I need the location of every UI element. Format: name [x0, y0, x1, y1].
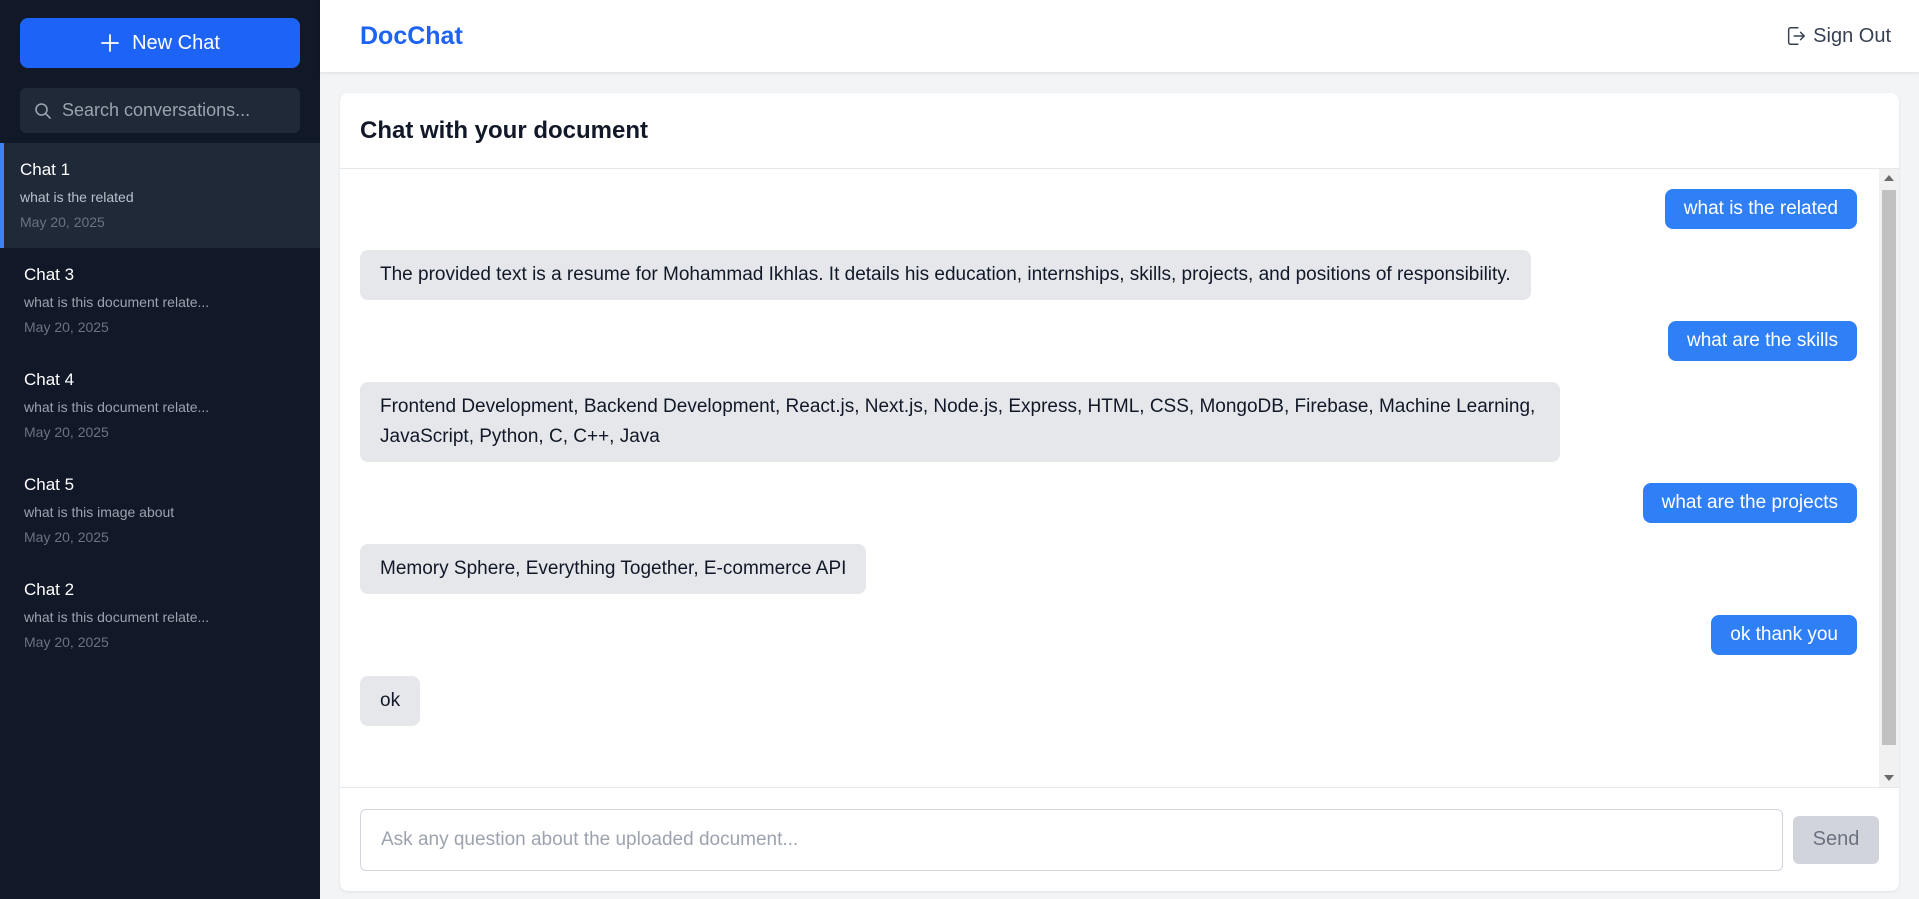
conversation-item[interactable]: Chat 2 what is this document relate... M…: [0, 563, 320, 668]
sign-out-button[interactable]: Sign Out: [1785, 25, 1891, 48]
conversation-item[interactable]: Chat 5 what is this image about May 20, …: [0, 458, 320, 563]
sidebar: New Chat Chat 1 what is the related May …: [0, 0, 320, 899]
message-row: ok: [360, 676, 1857, 726]
question-input[interactable]: [360, 808, 1783, 871]
conversation-date: May 20, 2025: [20, 214, 105, 230]
brand-logo[interactable]: DocChat: [360, 22, 463, 51]
conversation-date: May 20, 2025: [24, 529, 109, 545]
conversation-date: May 20, 2025: [24, 319, 109, 335]
conversation-preview: what is this document relate...: [24, 399, 210, 415]
conversation-date: May 20, 2025: [24, 424, 109, 440]
messages-container: what is the related The provided text is…: [340, 169, 1899, 787]
scroll-down-arrow-icon[interactable]: [1884, 775, 1894, 781]
top-bar: DocChat Sign Out: [320, 0, 1919, 73]
conversation-list: Chat 1 what is the related May 20, 2025 …: [0, 143, 320, 668]
conversation-title: Chat 5: [24, 475, 75, 494]
send-button[interactable]: Send: [1793, 815, 1879, 864]
user-message: what is the related: [1664, 189, 1857, 229]
conversation-preview: what is this document relate...: [24, 609, 210, 625]
assistant-message: Frontend Development, Backend Developmen…: [360, 382, 1560, 462]
chat-header: Chat with your document: [340, 93, 1899, 169]
conversation-title: Chat 2: [24, 580, 75, 599]
chat-title: Chat with your document: [360, 116, 648, 144]
user-message: ok thank you: [1711, 615, 1857, 655]
sign-out-icon: [1788, 27, 1806, 45]
conversation-item[interactable]: Chat 1 what is the related May 20, 2025: [0, 143, 320, 248]
message-row: ok thank you: [360, 615, 1857, 655]
user-message: what are the skills: [1667, 321, 1857, 361]
new-chat-label: New Chat: [132, 31, 220, 54]
app-root: New Chat Chat 1 what is the related May …: [0, 0, 1919, 899]
conversation-item[interactable]: Chat 4 what is this document relate... M…: [0, 353, 320, 458]
plus-icon: [101, 34, 119, 52]
conversation-preview: what is the related: [20, 189, 134, 205]
message-row: what are the projects: [360, 483, 1857, 523]
message-row: what are the skills: [360, 321, 1857, 361]
conversation-preview: what is this image about: [24, 504, 175, 520]
conversation-item[interactable]: Chat 3 what is this document relate... M…: [0, 248, 320, 353]
message-row: The provided text is a resume for Mohamm…: [360, 250, 1857, 300]
search-box: [20, 88, 300, 133]
message-row: Memory Sphere, Everything Together, E-co…: [360, 544, 1857, 594]
message-list: what is the related The provided text is…: [340, 169, 1879, 787]
conversation-date: May 20, 2025: [24, 634, 109, 650]
conversation-preview: what is this document relate...: [24, 294, 210, 310]
conversation-title: Chat 3: [24, 265, 75, 284]
chat-card: Chat with your document what is the rela…: [340, 93, 1899, 891]
search-icon: [35, 102, 51, 119]
messages-scrollbar[interactable]: [1879, 169, 1899, 787]
chat-input-area: Send: [340, 787, 1899, 891]
assistant-message: The provided text is a resume for Mohamm…: [360, 250, 1531, 300]
assistant-message: ok: [360, 676, 421, 726]
message-row: what is the related: [360, 189, 1857, 229]
assistant-message: Memory Sphere, Everything Together, E-co…: [360, 544, 867, 594]
scroll-thumb[interactable]: [1882, 190, 1896, 745]
conversation-title: Chat 1: [20, 160, 71, 179]
sign-out-label: Sign Out: [1813, 24, 1891, 47]
new-chat-button[interactable]: New Chat: [20, 18, 300, 68]
message-row: Frontend Development, Backend Developmen…: [360, 382, 1857, 462]
scroll-up-arrow-icon[interactable]: [1884, 175, 1894, 181]
conversation-title: Chat 4: [24, 370, 75, 389]
search-input[interactable]: [62, 100, 286, 121]
main-area: DocChat Sign Out Chat with your document…: [320, 0, 1919, 899]
user-message: what are the projects: [1642, 483, 1857, 523]
